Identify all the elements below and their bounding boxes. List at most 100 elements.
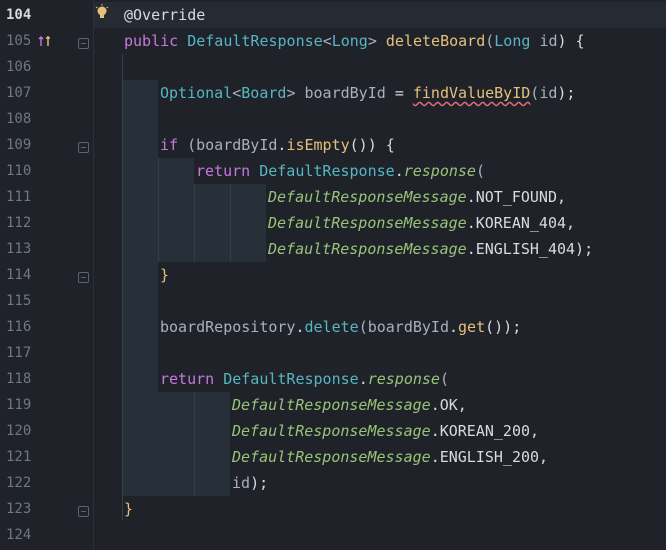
code-token: id: [539, 32, 558, 50]
code-line[interactable]: 110 return DefaultResponse.response(: [0, 158, 666, 184]
code-token: .: [358, 370, 368, 388]
code-token: deleteBoard: [385, 32, 486, 50]
line-number: 116: [6, 319, 32, 335]
code-line[interactable]: 112 DefaultResponseMessage.KOREAN_404,: [0, 210, 666, 236]
code-token: (: [485, 32, 495, 50]
code-text: DefaultResponseMessage.KOREAN_200,: [232, 418, 539, 444]
code-token: delete: [304, 318, 359, 336]
code-line[interactable]: 116 boardRepository.delete(boardById.get(…: [0, 314, 666, 340]
code-line[interactable]: 114}: [0, 262, 666, 288]
code-line[interactable]: 123}: [0, 496, 666, 522]
line-number: 110: [6, 163, 32, 179]
code-token: .NOT_FOUND,: [466, 188, 567, 206]
code-token: >: [286, 84, 305, 102]
code-text: DefaultResponseMessage.OK,: [232, 392, 467, 418]
code-line[interactable]: 122 id);: [0, 470, 666, 496]
code-line[interactable]: 121 DefaultResponseMessage.ENGLISH_200,: [0, 444, 666, 470]
code-token: Board: [241, 84, 287, 102]
code-token: >: [367, 32, 386, 50]
code-token: Optional: [160, 84, 233, 102]
code-token: (: [358, 318, 368, 336]
code-line[interactable]: 108: [0, 106, 666, 132]
code-line[interactable]: 104 @Override: [0, 2, 666, 28]
code-token: DefaultResponse: [187, 32, 323, 50]
code-token: );: [557, 84, 576, 102]
code-token: Long: [331, 32, 368, 50]
code-token: =: [394, 84, 413, 102]
line-number: 106: [6, 59, 32, 75]
line-number: 112: [6, 215, 32, 231]
code-token: .ENGLISH_404);: [466, 240, 594, 258]
line-number: 105: [6, 33, 32, 49]
line-number: 114: [6, 267, 32, 283]
code-line[interactable]: 106: [0, 54, 666, 80]
code-token: <: [322, 32, 332, 50]
code-line[interactable]: 115: [0, 288, 666, 314]
code-token: .OK,: [430, 396, 467, 414]
code-text: DefaultResponseMessage.ENGLISH_200,: [232, 444, 548, 470]
line-number: 104: [6, 7, 32, 23]
line-number: 111: [6, 189, 32, 205]
code-line[interactable]: 118 return DefaultResponse.response(: [0, 366, 666, 392]
code-text: Optional<Board> boardById = findValueByI…: [160, 80, 575, 106]
code-token: (: [530, 84, 540, 102]
code-token: }: [160, 266, 170, 284]
code-text: return DefaultResponse.response(: [196, 158, 485, 184]
code-token: id: [232, 474, 251, 492]
code-line[interactable]: 109 if (boardById.isEmpty()) {: [0, 132, 666, 158]
code-token: response: [367, 370, 440, 388]
code-token: .KOREAN_200,: [430, 422, 540, 440]
code-line[interactable]: 107 Optional<Board> boardById = findValue…: [0, 80, 666, 106]
code-token: boardRepository: [160, 318, 296, 336]
line-number: 113: [6, 241, 32, 257]
line-number: 109: [6, 137, 32, 153]
line-number: 108: [6, 111, 32, 127]
code-token: );: [250, 474, 269, 492]
code-token: DefaultResponseMessage: [232, 396, 431, 414]
code-line[interactable]: 119 DefaultResponseMessage.OK,: [0, 392, 666, 418]
line-number: 124: [6, 527, 32, 543]
code-token: DefaultResponseMessage: [232, 448, 431, 466]
code-token: .KOREAN_404,: [466, 214, 576, 232]
code-token: <: [232, 84, 242, 102]
code-token: isEmpty: [286, 136, 350, 154]
code-text: DefaultResponseMessage.KOREAN_404,: [268, 210, 575, 236]
code-token: (: [439, 370, 449, 388]
code-token: (: [475, 162, 485, 180]
code-token: }: [124, 500, 134, 518]
code-line[interactable]: 124: [0, 522, 666, 548]
code-text: public DefaultResponse<Long> deleteBoard…: [124, 28, 585, 54]
line-number: 121: [6, 449, 32, 465]
code-text: DefaultResponseMessage.NOT_FOUND,: [268, 184, 566, 210]
code-text: @Override: [124, 2, 205, 28]
line-number: 117: [6, 345, 32, 361]
line-number: 122: [6, 475, 32, 491]
code-text: id);: [232, 470, 268, 496]
code-token: DefaultResponse: [259, 162, 395, 180]
code-line[interactable]: 117: [0, 340, 666, 366]
code-line[interactable]: 120 DefaultResponseMessage.KOREAN_200,: [0, 418, 666, 444]
code-line[interactable]: 111 DefaultResponseMessage.NOT_FOUND,: [0, 184, 666, 210]
code-token: DefaultResponse: [223, 370, 359, 388]
code-token: (: [187, 136, 197, 154]
code-token: ()) {: [349, 136, 395, 154]
code-token: findValueByID: [412, 84, 531, 102]
code-token: DefaultResponseMessage: [268, 214, 467, 232]
code-editor[interactable]: 104 @Override 105 public DefaultResponse<Lo…: [0, 0, 666, 550]
code-text: DefaultResponseMessage.ENGLISH_404);: [268, 236, 593, 262]
code-line[interactable]: 113 DefaultResponseMessage.ENGLISH_404);: [0, 236, 666, 262]
line-number: 107: [6, 85, 32, 101]
code-token: get: [458, 318, 486, 336]
line-number: 120: [6, 423, 32, 439]
code-token: boardById: [367, 318, 449, 336]
line-number: 123: [6, 501, 32, 517]
code-line[interactable]: 105 public DefaultResponse<Long> deleteBo…: [0, 28, 666, 54]
line-number: 119: [6, 397, 32, 413]
code-token: return: [160, 370, 224, 388]
code-token: ());: [485, 318, 522, 336]
code-token: .ENGLISH_200,: [430, 448, 549, 466]
code-text: }: [124, 496, 133, 522]
code-token: ) {: [557, 32, 585, 50]
code-token: boardById: [196, 136, 278, 154]
code-text: }: [160, 262, 169, 288]
